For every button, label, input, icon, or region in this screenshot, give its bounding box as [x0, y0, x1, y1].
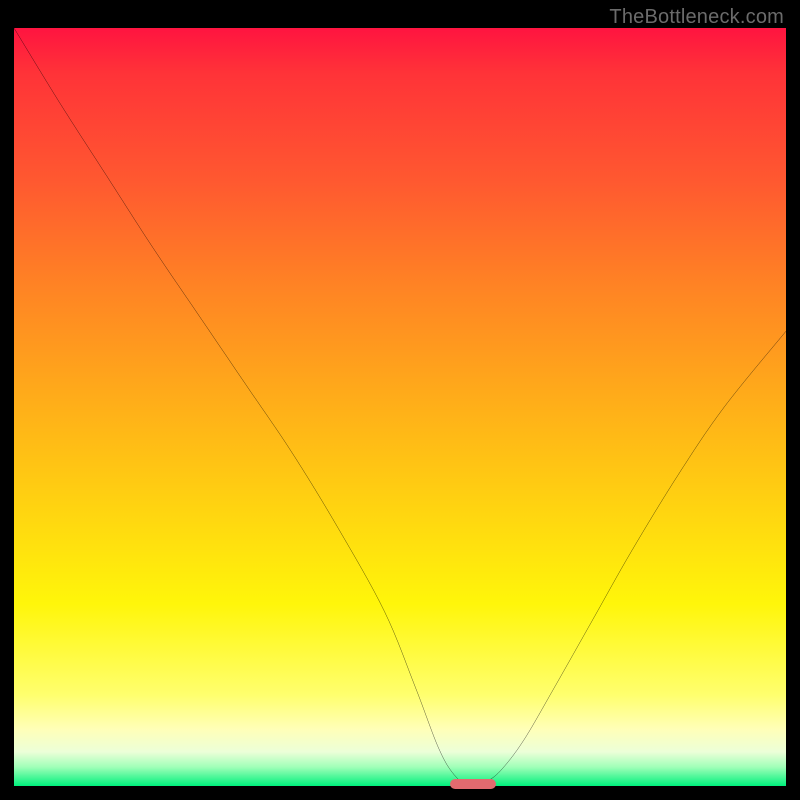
- plot-area: [14, 28, 786, 786]
- chart-frame: TheBottleneck.com: [0, 0, 800, 800]
- bottleneck-curve: [14, 28, 786, 786]
- optimum-marker: [450, 779, 496, 789]
- attribution-label: TheBottleneck.com: [609, 6, 784, 29]
